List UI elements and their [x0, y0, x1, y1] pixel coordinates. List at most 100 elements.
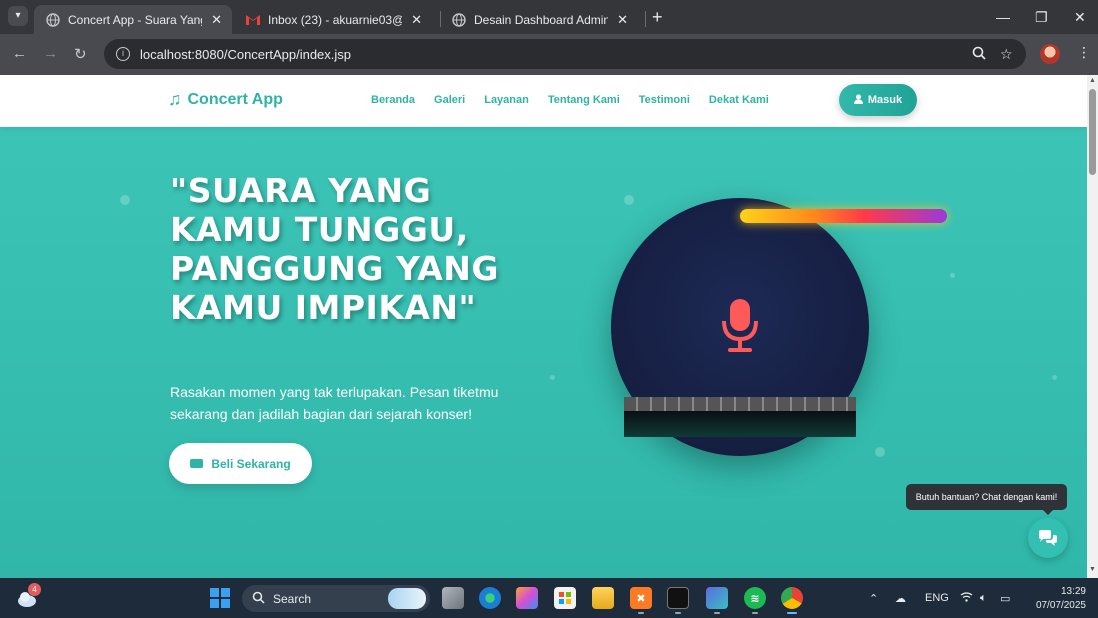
stage-base: [624, 411, 856, 437]
bookmark-star-icon[interactable]: ☆: [1000, 46, 1013, 63]
browser-toolbar: ← → ↻ i localhost:8080/ConcertApp/index.…: [0, 34, 1098, 75]
url-text: localhost:8080/ConcertApp/index.jsp: [140, 46, 352, 62]
nav-link-layanan[interactable]: Layanan: [484, 94, 529, 106]
page-viewport: ♫ Concert App Beranda Galeri Layanan Ten…: [0, 75, 1087, 578]
clock-time: 13:29: [1060, 586, 1086, 597]
close-icon[interactable]: ✕: [411, 12, 422, 28]
chat-bubbles-icon: [1039, 530, 1057, 546]
buy-now-button[interactable]: Beli Sekarang: [169, 443, 312, 484]
browser-tab-bar: ▾ Concert App - Suara Yang Kamu Tunggu ✕…: [0, 0, 1098, 34]
hero-subtitle: Rasakan momen yang tak terlupakan. Pesan…: [170, 384, 499, 422]
stage-platform: [624, 397, 856, 437]
windows-taskbar: 4 Search ✖ ≋ ⌃ ☁ ENG 🔈︎ ▭ 13:29 07/07/20…: [0, 578, 1098, 618]
search-icon: [252, 591, 265, 607]
address-bar[interactable]: i localhost:8080/ConcertApp/index.jsp ☆: [104, 39, 1026, 69]
clock[interactable]: 13:29 07/07/2025: [1030, 585, 1086, 613]
globe-icon: [452, 12, 466, 27]
nav-link-dekat-kami[interactable]: Dekat Kami: [709, 94, 769, 106]
tab-title: Desain Dashboard Admin: [474, 12, 608, 27]
browser-menu-icon[interactable]: ⋮: [1077, 44, 1091, 61]
tab-search-menu-button[interactable]: ▾: [8, 6, 28, 26]
login-label: Masuk: [867, 94, 903, 106]
language-indicator[interactable]: ENG: [925, 592, 949, 604]
volume-icon[interactable]: 🔈︎: [980, 592, 987, 605]
forward-button[interactable]: →: [43, 45, 58, 62]
hero-title: "SUARA YANG KAMU TUNGGU, PANGGUNG YANG K…: [170, 171, 499, 327]
profile-avatar[interactable]: [1040, 44, 1060, 64]
search-label: Search: [273, 591, 312, 606]
terminal-icon[interactable]: [667, 587, 689, 609]
back-button[interactable]: ←: [12, 45, 27, 62]
login-button[interactable]: Masuk: [839, 84, 917, 116]
clock-date: 07/07/2025: [1035, 600, 1086, 611]
nav-link-beranda[interactable]: Beranda: [371, 94, 415, 106]
help-tooltip: Butuh bantuan? Chat dengan kami!: [906, 484, 1067, 515]
ticket-icon: [190, 459, 204, 468]
site-logo[interactable]: ♫ Concert App: [168, 89, 283, 110]
user-icon: [853, 94, 863, 107]
page-scrollbar[interactable]: ▲ ▼: [1087, 75, 1098, 578]
reload-button[interactable]: ↻: [74, 45, 87, 63]
gmail-icon: [246, 13, 260, 27]
microphone-icon: [722, 299, 758, 352]
tab-title: Inbox (23) - akuarnie03@gmail.com: [268, 12, 402, 27]
decor-dot: [550, 375, 555, 380]
chrome-icon[interactable]: [781, 587, 803, 609]
decor-dot: [624, 195, 634, 205]
scroll-down-arrow[interactable]: ▼: [1089, 566, 1096, 573]
wifi-icon[interactable]: [960, 592, 973, 605]
stage-rail: [624, 397, 856, 411]
running-indicator: [675, 612, 681, 614]
brand-name: Concert App: [187, 90, 283, 108]
restore-button[interactable]: ❐: [1035, 9, 1048, 26]
file-explorer-icon[interactable]: [592, 587, 614, 609]
running-indicator: [714, 612, 720, 614]
tab-dashboard-admin[interactable]: Desain Dashboard Admin ✕: [440, 5, 638, 34]
tab-concert-app[interactable]: Concert App - Suara Yang Kamu Tunggu ✕: [34, 5, 232, 34]
new-tab-button[interactable]: +: [652, 8, 663, 26]
app-cube-icon[interactable]: [706, 587, 728, 609]
site-info-icon[interactable]: i: [116, 47, 130, 61]
nav-link-testimoni[interactable]: Testimoni: [639, 94, 690, 106]
main-menu: Beranda Galeri Layanan Tentang Kami Test…: [371, 94, 769, 106]
tab-gmail-inbox[interactable]: Inbox (23) - akuarnie03@gmail.com ✕: [234, 5, 432, 34]
start-button[interactable]: [210, 588, 230, 608]
tab-separator: [645, 11, 646, 27]
show-hidden-icons-chevron[interactable]: ⌃: [869, 592, 878, 605]
buy-now-label: Beli Sekarang: [211, 456, 291, 471]
close-icon[interactable]: ✕: [211, 12, 222, 28]
running-indicator: [752, 612, 758, 614]
running-indicator: [638, 612, 644, 614]
decor-dot: [875, 447, 885, 457]
neon-light-bar: [740, 209, 947, 223]
active-indicator: [787, 612, 797, 614]
decor-dot: [120, 195, 130, 205]
xampp-icon[interactable]: ✖: [630, 587, 652, 609]
search-highlight-image: [388, 588, 426, 609]
tab-title: Concert App - Suara Yang Kamu Tunggu: [68, 12, 202, 27]
site-navbar: ♫ Concert App Beranda Galeri Layanan Ten…: [0, 75, 1087, 127]
onedrive-icon[interactable]: ☁: [895, 592, 906, 605]
scrollbar-thumb[interactable]: [1089, 89, 1096, 175]
spotify-icon[interactable]: ≋: [744, 587, 766, 609]
close-icon[interactable]: ✕: [617, 12, 628, 28]
minimize-button[interactable]: —: [996, 9, 1010, 25]
music-note-icon: ♫: [168, 89, 182, 109]
close-window-button[interactable]: ✕: [1074, 9, 1086, 26]
decor-dot: [950, 273, 955, 278]
nav-link-galeri[interactable]: Galeri: [434, 94, 465, 106]
taskbar-search[interactable]: Search: [242, 585, 430, 612]
edge-icon[interactable]: [479, 587, 501, 609]
decor-dot: [1052, 375, 1057, 380]
task-view-icon[interactable]: [442, 587, 464, 609]
microsoft-store-icon[interactable]: [554, 587, 576, 609]
battery-icon[interactable]: ▭: [1000, 592, 1010, 605]
zoom-search-icon[interactable]: [972, 46, 986, 63]
chat-button[interactable]: [1028, 518, 1068, 558]
scroll-up-arrow[interactable]: ▲: [1089, 77, 1096, 84]
weather-widget[interactable]: 4: [16, 583, 41, 609]
weather-badge: 4: [28, 583, 41, 596]
copilot-icon[interactable]: [516, 587, 538, 609]
nav-link-tentang-kami[interactable]: Tentang Kami: [548, 94, 620, 106]
globe-icon: [46, 12, 60, 27]
